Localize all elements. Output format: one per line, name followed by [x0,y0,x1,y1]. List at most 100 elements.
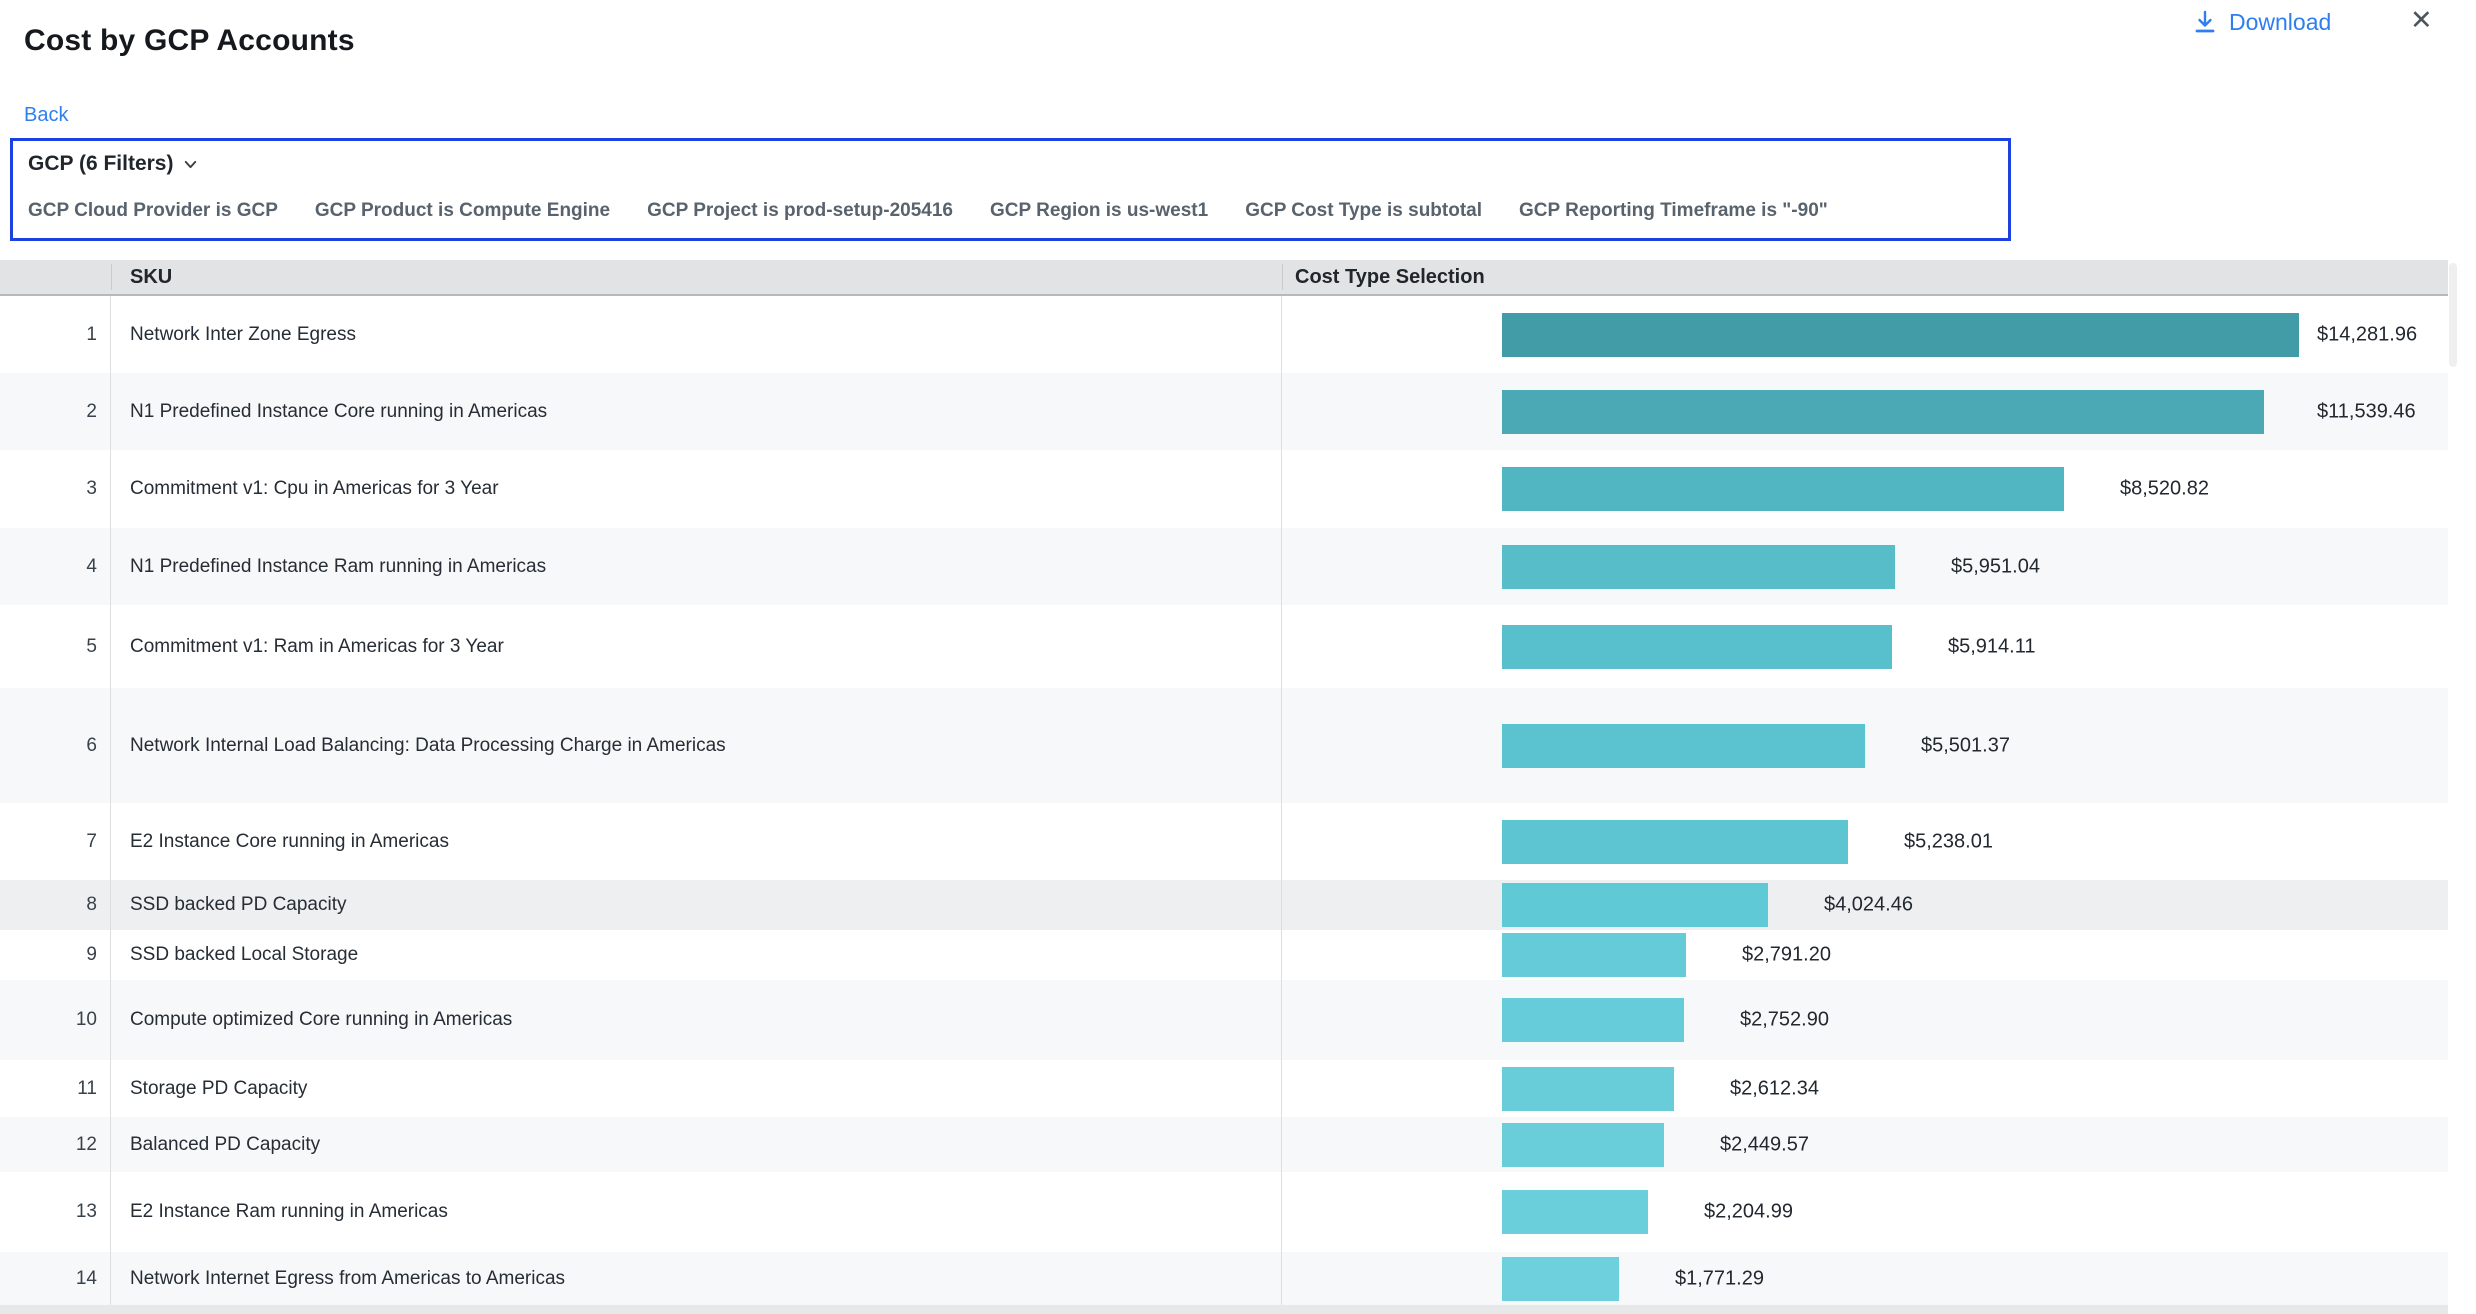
sku-label: Commitment v1: Cpu in Americas for 3 Yea… [111,450,1282,528]
column-header-sku: SKU [130,260,172,294]
sku-label: Balanced PD Capacity [111,1117,1282,1172]
row-number: 13 [0,1172,111,1252]
filter-summary-label: GCP (6 Filters) [28,152,173,176]
row-number: 4 [0,528,111,605]
sku-label: Compute optimized Core running in Americ… [111,980,1282,1060]
cost-bar[interactable] [1502,1190,1648,1234]
cost-bar[interactable] [1502,883,1768,927]
table-row[interactable]: 3Commitment v1: Cpu in Americas for 3 Ye… [0,450,2448,528]
table-bottom-strip [0,1305,2448,1314]
sku-label: N1 Predefined Instance Ram running in Am… [111,528,1282,605]
column-header-cost-type-selection: Cost Type Selection [1295,260,1485,294]
table-row[interactable]: 9SSD backed Local Storage$2,791.20 [0,930,2448,980]
table-row[interactable]: 5Commitment v1: Ram in Americas for 3 Ye… [0,605,2448,688]
cost-cell: $5,914.11 [1282,605,2448,688]
cost-bar[interactable] [1502,390,2264,434]
filter-panel: GCP (6 Filters) GCP Cloud Provider is GC… [10,138,2011,241]
cost-bar[interactable] [1502,933,1686,977]
sku-label: Network Internet Egress from Americas to… [111,1252,1282,1305]
sku-label: Network Inter Zone Egress [111,296,1282,373]
cost-value: $5,238.01 [1904,830,1993,853]
row-number: 12 [0,1117,111,1172]
cost-cell: $4,024.46 [1282,880,2448,930]
cost-bar[interactable] [1502,1123,1664,1167]
cost-cell: $5,951.04 [1282,528,2448,605]
filter-summary-dropdown[interactable]: GCP (6 Filters) [28,152,199,176]
table-header: SKU Cost Type Selection [0,260,2448,296]
cost-bar[interactable] [1502,820,1848,864]
page-title: Cost by GCP Accounts [24,24,355,58]
filter-chip: GCP Reporting Timeframe is "-90" [1519,200,1828,222]
row-number: 14 [0,1252,111,1305]
filter-chip: GCP Project is prod-setup-205416 [647,200,953,222]
filter-chip: GCP Cloud Provider is GCP [28,200,278,222]
row-number: 7 [0,803,111,880]
cost-value: $1,771.29 [1675,1267,1764,1290]
cost-bar[interactable] [1502,313,2299,357]
cost-cell: $8,520.82 [1282,450,2448,528]
table-row[interactable]: 11Storage PD Capacity $2,612.34 [0,1060,2448,1117]
cost-bar[interactable] [1502,1067,1674,1111]
filter-chip-list: GCP Cloud Provider is GCP GCP Product is … [28,200,2008,222]
cost-cell: $11,539.46 [1282,373,2448,450]
filter-chip: GCP Region is us-west1 [990,200,1208,222]
row-number: 2 [0,373,111,450]
cost-bar[interactable] [1502,724,1865,768]
table-row[interactable]: 8SSD backed PD Capacity $4,024.46 [0,880,2448,930]
cost-cell: $5,501.37 [1282,688,2448,803]
cost-value: $14,281.96 [2317,323,2417,346]
row-number: 8 [0,880,111,930]
table-row[interactable]: 2N1 Predefined Instance Core running in … [0,373,2448,450]
cost-value: $8,520.82 [2120,478,2209,501]
scrollbar-thumb[interactable] [2449,263,2457,367]
cost-cell: $2,752.90 [1282,980,2448,1060]
back-link[interactable]: Back [24,104,68,127]
row-number: 10 [0,980,111,1060]
sku-label: Storage PD Capacity [111,1060,1282,1117]
download-label: Download [2229,9,2331,36]
sku-label: E2 Instance Ram running in Americas [111,1172,1282,1252]
table-row[interactable]: 6Network Internal Load Balancing: Data P… [0,688,2448,803]
table-row[interactable]: 13E2 Instance Ram running in Americas $2,… [0,1172,2448,1252]
cost-bar[interactable] [1502,467,2064,511]
table-row[interactable]: 12Balanced PD Capacity $2,449.57 [0,1117,2448,1172]
row-number: 5 [0,605,111,688]
row-number: 9 [0,930,111,980]
cost-bar[interactable] [1502,625,1892,669]
filter-chip: GCP Product is Compute Engine [315,200,610,222]
close-icon[interactable]: ✕ [2410,1,2433,39]
cost-value: $2,752.90 [1740,1009,1829,1032]
cost-value: $11,539.46 [2317,400,2416,423]
cost-value: $2,791.20 [1742,944,1831,967]
table-row[interactable]: 1Network Inter Zone Egress $14,281.96 [0,296,2448,373]
cost-table: SKU Cost Type Selection 1Network Inter Z… [0,260,2448,1314]
row-number: 11 [0,1060,111,1117]
cost-value: $2,449.57 [1720,1133,1809,1156]
cost-value: $5,951.04 [1951,555,2040,578]
cost-value: $2,204.99 [1704,1201,1793,1224]
cost-cell: $2,791.20 [1282,930,2448,980]
cost-bar[interactable] [1502,998,1684,1042]
download-button[interactable]: Download [2193,9,2331,36]
cost-value: $5,501.37 [1921,734,2010,757]
cost-value: $2,612.34 [1730,1077,1819,1100]
cost-cell: $14,281.96 [1282,296,2448,373]
cost-bar[interactable] [1502,1257,1619,1301]
sku-label: N1 Predefined Instance Core running in A… [111,373,1282,450]
cost-bar[interactable] [1502,545,1895,589]
filter-chip: GCP Cost Type is subtotal [1245,200,1482,222]
sku-label: SSD backed PD Capacity [111,880,1282,930]
cost-cell: $5,238.01 [1282,803,2448,880]
row-number: 1 [0,296,111,373]
sku-label: E2 Instance Core running in Americas [111,803,1282,880]
cost-value: $5,914.11 [1948,635,2036,658]
sku-label: Network Internal Load Balancing: Data Pr… [111,688,1282,803]
table-row[interactable]: 4N1 Predefined Instance Ram running in A… [0,528,2448,605]
cost-value: $4,024.46 [1824,894,1913,917]
row-number: 6 [0,688,111,803]
sku-label: Commitment v1: Ram in Americas for 3 Yea… [111,605,1282,688]
table-row[interactable]: 7E2 Instance Core running in Americas $5,… [0,803,2448,880]
table-row[interactable]: 14Network Internet Egress from Americas … [0,1252,2448,1305]
row-number: 3 [0,450,111,528]
table-row[interactable]: 10Compute optimized Core running in Amer… [0,980,2448,1060]
